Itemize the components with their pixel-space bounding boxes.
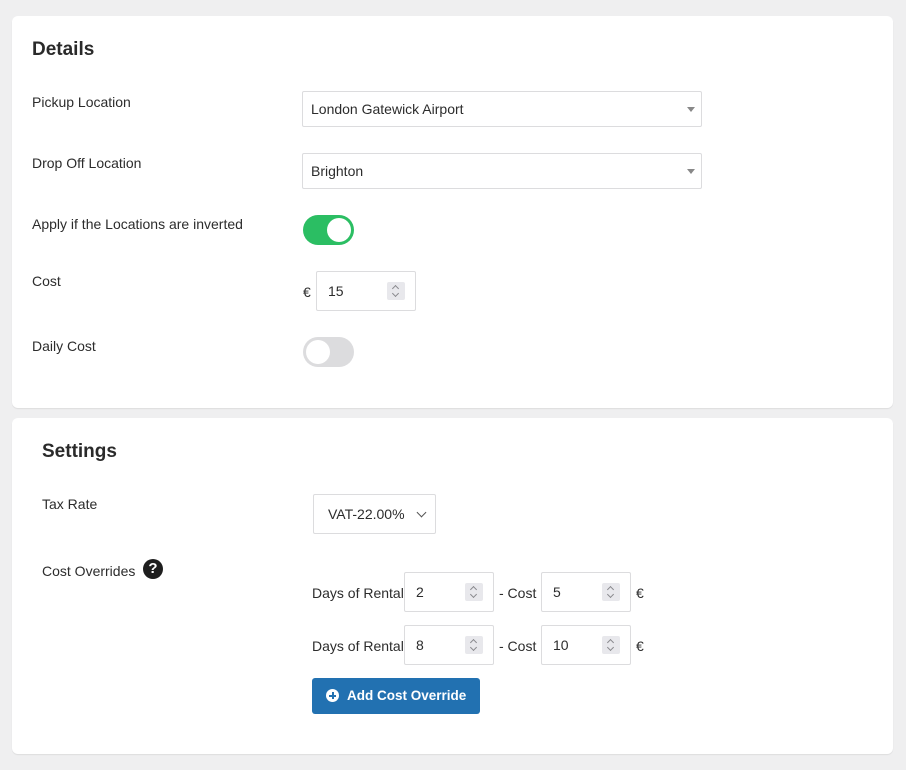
override-cost-value: 5 [553,584,561,600]
settings-title: Settings [42,441,117,462]
days-input[interactable]: 8 [404,625,494,665]
cost-value: 15 [328,283,344,299]
days-input[interactable]: 2 [404,572,494,612]
plus-circle-icon [326,689,339,702]
days-value: 2 [416,584,424,600]
cost-input[interactable]: 15 [316,271,416,311]
days-of-rental-label: Days of Rental [312,638,404,654]
override-cost-value: 10 [553,637,569,653]
add-cost-override-label: Add Cost Override [347,688,467,703]
dropdown-arrow-icon [687,169,695,174]
dropdown-arrow-icon [687,107,695,112]
spinner-icon[interactable] [602,636,620,654]
toggle-knob [306,340,330,364]
cost-currency: € [303,284,311,300]
details-title: Details [32,39,95,60]
spinner-icon[interactable] [602,583,620,601]
override-currency: € [636,585,644,601]
dropoff-location-label: Drop Off Location [32,155,142,171]
pickup-location-label: Pickup Location [32,94,131,110]
cost-label: Cost [32,273,61,289]
pickup-location-value: London Gatewick Airport [311,101,464,117]
apply-inverted-toggle[interactable] [303,215,354,245]
tax-rate-value: VAT-22.00% [328,506,405,522]
daily-cost-toggle[interactable] [303,337,354,367]
days-of-rental-label: Days of Rental [312,585,404,601]
dropoff-location-value: Brighton [311,163,364,179]
details-card: Details Pickup Location London Gatewick … [12,16,893,408]
add-cost-override-button[interactable]: Add Cost Override [312,678,480,714]
override-cost-input[interactable]: 10 [541,625,631,665]
cost-separator-label: - Cost [499,638,537,654]
settings-card: Settings Tax Rate VAT-22.00% Cost Overri… [12,418,893,754]
spinner-icon[interactable] [465,583,483,601]
tax-rate-label: Tax Rate [42,496,98,512]
cost-separator-label: - Cost [499,585,537,601]
question-circle-icon[interactable]: ? [143,559,163,579]
cost-overrides-label: Cost Overrides [42,563,136,579]
spinner-icon[interactable] [387,282,405,300]
override-cost-input[interactable]: 5 [541,572,631,612]
apply-inverted-label: Apply if the Locations are inverted [32,216,243,232]
chevron-down-icon [416,507,427,518]
override-currency: € [636,638,644,654]
dropoff-location-select[interactable]: Brighton [302,153,702,189]
toggle-knob [327,218,351,242]
tax-rate-select[interactable]: VAT-22.00% [313,494,436,534]
days-value: 8 [416,637,424,653]
pickup-location-select[interactable]: London Gatewick Airport [302,91,702,127]
spinner-icon[interactable] [465,636,483,654]
daily-cost-label: Daily Cost [32,338,96,354]
